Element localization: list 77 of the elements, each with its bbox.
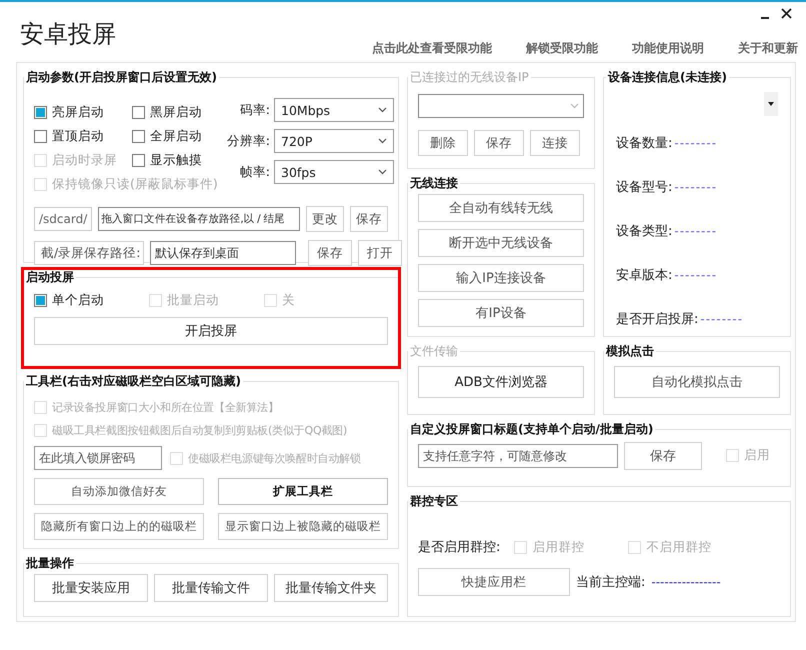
button[interactable]: 批量安装应用 [34, 574, 148, 602]
button[interactable]: 保存 [624, 442, 702, 470]
checkbox[interactable]: 置顶启动 [34, 128, 132, 145]
group-title: 启动投屏 [25, 269, 75, 286]
button[interactable]: 自动添加微信好友 [34, 478, 204, 505]
group-title: 批量操作 [24, 555, 75, 572]
group-title: 工具栏(右击对应磁吸栏空白区域可隐藏) [25, 373, 242, 390]
header-link[interactable]: 点击此处查看受限功能 [372, 40, 492, 57]
header-link[interactable]: 功能使用说明 [632, 40, 704, 57]
checkbox[interactable]: 全屏启动 [132, 128, 212, 145]
info-label: 设备数量: [616, 135, 672, 152]
group-title: 设备连接信息(未连接) [606, 69, 728, 86]
group-title: 文件传输 [409, 343, 459, 360]
checkbox[interactable]: 黑屏启动 [132, 104, 212, 121]
group-title: 自定义投屏窗口标题(支持单个启动/批量启动) [409, 421, 654, 438]
caret-icon [570, 103, 579, 109]
button[interactable]: 扩展工具栏 [218, 478, 388, 505]
caret-icon [378, 138, 387, 144]
button[interactable]: 截/录屏保存路径: [34, 241, 144, 265]
window-title: 安卓投屏 [20, 19, 116, 50]
button[interactable]: 批量传输文件夹 [274, 574, 388, 602]
button[interactable]: 批量传输文件 [154, 574, 268, 602]
button[interactable]: 全自动有线转无线 [418, 194, 584, 222]
button[interactable]: 快捷应用栏 [418, 568, 570, 596]
caret-icon [378, 107, 387, 113]
button[interactable]: 有IP设备 [418, 299, 584, 327]
info-value: -------- [700, 312, 744, 326]
group-title: 群控专区 [409, 493, 459, 510]
group-title: 无线连接 [409, 175, 459, 192]
button[interactable]: 保存 [474, 130, 524, 156]
button[interactable]: 打开 [358, 240, 402, 266]
button[interactable]: 断开选中无线设备 [418, 229, 584, 257]
master-value: ---------------- [651, 575, 721, 589]
dropdown[interactable]: 30fps [274, 160, 394, 184]
dropdown[interactable]: 10Mbps [274, 98, 394, 122]
header-link[interactable]: 解锁受限功能 [526, 40, 598, 57]
field-label: 当前主控端: [576, 574, 646, 591]
caret-icon [378, 169, 387, 175]
close-icon[interactable] [781, 8, 792, 19]
text-field[interactable]: 拖入窗口文件在设备存放路径,以 / 结尾 [98, 207, 300, 231]
info-value: -------- [674, 180, 718, 194]
button[interactable]: 显示窗口边上被隐藏的磁吸栏 [218, 513, 388, 540]
start-button[interactable]: 开启投屏 [34, 317, 388, 345]
info-value: -------- [674, 136, 718, 150]
button[interactable]: 保存 [350, 206, 388, 232]
button[interactable]: 连接 [530, 130, 580, 156]
button[interactable]: 保存 [308, 240, 352, 266]
password-field[interactable]: 在此填入锁屏密码 [34, 446, 162, 470]
group-title: 模拟点击 [604, 343, 655, 360]
title-field[interactable]: 支持任意字符，可随意修改 [418, 444, 618, 468]
header-link[interactable]: 关于和更新 [738, 40, 798, 57]
combo-box[interactable] [418, 94, 584, 118]
info-label: 安卓版本: [616, 267, 672, 284]
field-label: 是否启用群控: [418, 539, 500, 556]
info-label: 是否开启投屏: [616, 311, 698, 328]
text-field[interactable]: 默认保存到桌面 [150, 241, 296, 265]
button[interactable]: 输入IP连接设备 [418, 264, 584, 292]
checkbox[interactable]: 亮屏启动 [34, 104, 132, 121]
field-label: 帧率: [238, 164, 270, 180]
checkbox[interactable]: 显示触摸 [132, 152, 212, 169]
button[interactable]: 更改 [306, 206, 344, 232]
info-value: -------- [674, 268, 718, 282]
group-title: 已连接过的无线设备IP [409, 69, 530, 86]
checkbox[interactable]: 单个启动 [34, 292, 149, 309]
group-title: 启动参数(开启投屏窗口后设置无效) [25, 69, 218, 86]
path-prefix: /sdcard/ [34, 207, 92, 231]
field-label: 分辨率: [226, 132, 270, 150]
info-label: 设备类型: [616, 223, 672, 240]
button[interactable]: ADB文件浏览器 [418, 366, 584, 398]
info-label: 设备型号: [616, 179, 672, 196]
button[interactable]: 自动化模拟点击 [614, 366, 780, 398]
dropdown[interactable]: 720P [274, 129, 394, 153]
dropdown-icon[interactable] [764, 92, 778, 116]
button[interactable]: 删除 [418, 130, 468, 156]
button[interactable]: 隐藏所有窗口边上的的磁吸栏 [34, 513, 204, 540]
info-value: -------- [674, 224, 718, 238]
field-label: 码率: [238, 102, 270, 118]
